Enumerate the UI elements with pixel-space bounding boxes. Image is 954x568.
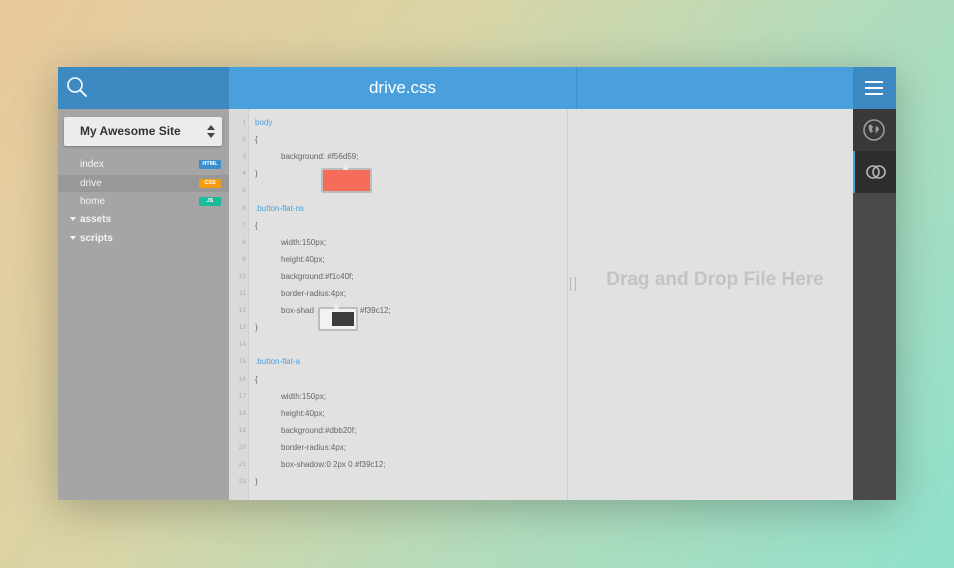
preview-button[interactable]	[853, 109, 896, 151]
line-number: 20	[238, 443, 246, 451]
code-line: }	[255, 477, 258, 487]
swatch-pointer	[343, 165, 348, 170]
menu-button[interactable]	[853, 67, 896, 109]
code-line: }	[255, 169, 258, 179]
file-name: drive	[80, 178, 102, 189]
code-editor[interactable]: 1 2 3 4 5 6 7 8 9 10 11 12 13 14 15 16 17 18 19 20 21 22 body…	[229, 109, 570, 500]
code-line: {	[255, 374, 258, 384]
code-line: height:40px;	[281, 408, 325, 418]
code-line-tail: #f39c12;	[360, 306, 391, 316]
right-rail	[853, 109, 896, 500]
line-number: 16	[238, 375, 246, 383]
line-number: 9	[242, 255, 246, 263]
file-type-badge: JS	[199, 197, 221, 206]
line-number: 21	[238, 461, 246, 468]
code-line: background:#dbb20f;	[281, 425, 357, 435]
select-arrows-icon	[207, 125, 215, 138]
line-number: 1	[242, 119, 246, 126]
line-number: 4	[242, 170, 246, 178]
header-divider	[576, 67, 577, 109]
code-line: {	[255, 135, 258, 145]
file-name: index	[80, 159, 104, 170]
code-line: }	[255, 323, 258, 333]
line-number: 18	[238, 409, 246, 417]
color-swatch-dark[interactable]	[318, 304, 358, 331]
line-number: 11	[239, 290, 246, 297]
folder-scripts[interactable]: scripts	[70, 230, 113, 247]
code-selector: .button-flat-a	[255, 357, 300, 367]
line-number: 3	[242, 153, 246, 161]
code-line: background:#f1c40f;	[281, 271, 354, 281]
folder-name: scripts	[80, 233, 113, 244]
code-line: height:40px;	[281, 254, 325, 264]
code-line: width:150px;	[281, 237, 326, 247]
line-number: 12	[238, 307, 246, 315]
linked-circles-icon	[866, 165, 886, 179]
site-selector-label: My Awesome Site	[80, 124, 181, 138]
file-item-index[interactable]: index HTML	[58, 156, 229, 173]
line-number: 13	[238, 324, 246, 332]
file-item-home[interactable]: home JS	[58, 193, 229, 210]
file-name: home	[80, 196, 106, 207]
code-line: border-radius:4px;	[281, 442, 346, 452]
folder-expand-icon	[70, 217, 76, 221]
globe-icon	[863, 119, 885, 141]
header-bar: drive.css	[229, 67, 853, 109]
line-number: 19	[238, 426, 246, 434]
line-number: 17	[238, 392, 246, 400]
code-line: {	[255, 220, 258, 230]
folder-name: assets	[80, 214, 112, 225]
code-line: width:150px;	[281, 391, 326, 401]
line-number: 2	[242, 136, 246, 144]
code-selector: body	[255, 118, 273, 127]
sidebar: My Awesome Site index HTML drive CSS hom…	[58, 109, 229, 500]
line-number: 5	[242, 187, 246, 195]
hamburger-menu-icon	[865, 81, 883, 95]
line-number: 10	[238, 272, 246, 280]
line-number: 22	[238, 478, 246, 486]
compare-button[interactable]	[853, 151, 896, 193]
line-number: 14	[238, 341, 246, 349]
line-number: 8	[242, 238, 246, 246]
drop-zone-label: Drag and Drop File Here	[606, 269, 824, 290]
file-type-badge: HTML	[199, 160, 221, 169]
folder-assets[interactable]: assets	[70, 211, 111, 228]
file-drop-zone[interactable]: Drag and Drop File Here	[577, 109, 853, 500]
line-number: 7	[242, 221, 246, 229]
code-line: box-shad	[281, 306, 314, 316]
line-number: 6	[242, 204, 246, 212]
file-type-badge: CSS	[199, 179, 221, 188]
site-selector[interactable]: My Awesome Site	[64, 117, 222, 146]
folder-expand-icon	[70, 236, 76, 240]
code-line: box-shadow:0 2px 0 #f39c12;	[281, 460, 386, 469]
file-title: drive.css	[368, 78, 437, 97]
code-selector: .button-flat-ns	[255, 203, 304, 213]
file-item-drive[interactable]: drive CSS	[58, 175, 229, 192]
editor-window: drive.css My Awesome Site index HTML dri…	[58, 67, 896, 500]
search-icon[interactable]	[67, 77, 87, 97]
header-search-area	[58, 67, 229, 109]
line-number: 15	[238, 358, 246, 366]
swatch-fill	[332, 312, 354, 326]
code-line: border-radius:4px;	[281, 289, 346, 298]
line-number-gutter: 1 2 3 4 5 6 7 8 9 10 11 12 13 14 15 16 17 18 19 20 21 22	[229, 109, 249, 500]
splitter-grip-icon[interactable]	[570, 277, 576, 291]
color-swatch-coral[interactable]	[321, 165, 372, 193]
code-line: background: #f56d59;	[281, 152, 359, 162]
swatch-pointer	[334, 304, 339, 309]
